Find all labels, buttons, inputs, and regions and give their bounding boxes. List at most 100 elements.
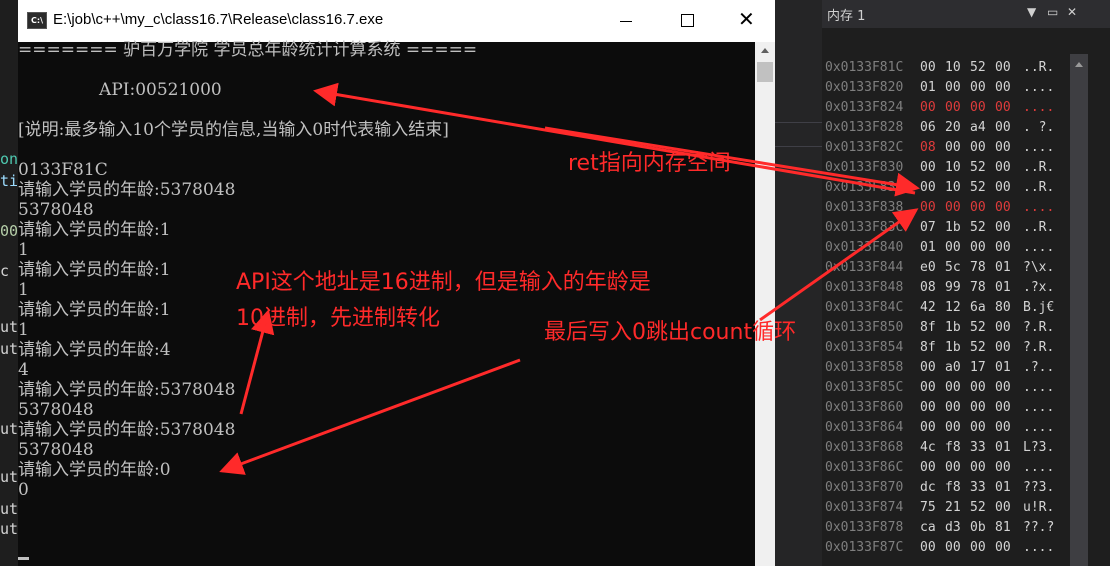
maximize-button[interactable] — [664, 0, 710, 42]
memory-byte[interactable]: 00 — [995, 118, 1011, 138]
memory-byte[interactable]: 00 — [995, 78, 1011, 98]
memory-byte[interactable]: 00 — [970, 198, 986, 218]
memory-byte[interactable]: 10 — [945, 158, 961, 178]
memory-byte[interactable]: 12 — [945, 298, 961, 318]
memory-byte[interactable]: 10 — [945, 178, 961, 198]
memory-byte[interactable]: 00 — [970, 138, 986, 158]
memory-byte[interactable]: 00 — [920, 158, 936, 178]
memory-byte[interactable]: 00 — [995, 138, 1011, 158]
memory-byte[interactable]: 5c — [945, 258, 961, 278]
memory-byte[interactable]: 00 — [945, 458, 961, 478]
memory-byte[interactable]: 00 — [920, 178, 936, 198]
memory-byte[interactable]: 01 — [920, 238, 936, 258]
close-icon[interactable]: ✕ — [1067, 5, 1077, 19]
memory-byte[interactable]: 52 — [970, 498, 986, 518]
memory-byte[interactable]: 6a — [970, 298, 986, 318]
memory-byte[interactable]: 00 — [945, 418, 961, 438]
memory-byte[interactable]: 00 — [995, 338, 1011, 358]
memory-byte[interactable]: 00 — [970, 418, 986, 438]
memory-byte[interactable]: 00 — [945, 98, 961, 118]
restore-icon[interactable]: ▭ — [1047, 5, 1058, 19]
memory-byte[interactable]: 00 — [995, 398, 1011, 418]
memory-byte[interactable]: 81 — [995, 518, 1011, 538]
memory-byte[interactable]: 00 — [945, 238, 961, 258]
memory-byte[interactable]: 00 — [995, 458, 1011, 478]
memory-byte[interactable]: e0 — [920, 258, 936, 278]
memory-byte[interactable]: 00 — [970, 398, 986, 418]
memory-byte[interactable]: 01 — [995, 258, 1011, 278]
memory-byte[interactable]: 00 — [970, 78, 986, 98]
memory-byte[interactable]: 00 — [920, 538, 936, 558]
memory-byte[interactable]: 00 — [920, 378, 936, 398]
memory-byte[interactable]: 01 — [995, 278, 1011, 298]
memory-byte[interactable]: 00 — [920, 358, 936, 378]
memory-byte[interactable]: a4 — [970, 118, 986, 138]
memory-byte[interactable]: f8 — [945, 438, 961, 458]
memory-byte[interactable]: 00 — [945, 198, 961, 218]
memory-byte[interactable]: 33 — [970, 438, 986, 458]
memory-byte[interactable]: 78 — [970, 258, 986, 278]
memory-byte[interactable]: 00 — [945, 398, 961, 418]
memory-byte[interactable]: 01 — [995, 438, 1011, 458]
memory-byte[interactable]: 00 — [995, 58, 1011, 78]
memory-byte[interactable]: d3 — [945, 518, 961, 538]
memory-byte[interactable]: 08 — [920, 138, 936, 158]
memory-byte[interactable]: 8f — [920, 338, 936, 358]
memory-byte[interactable]: 00 — [995, 98, 1011, 118]
memory-byte[interactable]: 00 — [995, 418, 1011, 438]
memory-window[interactable]: 内存 1 ▼ ▭ ✕ 0x0133F81C 00 10 52 00 ..R. 0x0133F… — [822, 0, 1110, 566]
memory-byte[interactable]: 00 — [970, 458, 986, 478]
memory-byte[interactable]: 00 — [920, 98, 936, 118]
memory-byte[interactable]: 00 — [970, 238, 986, 258]
memory-byte[interactable]: 20 — [945, 118, 961, 138]
memory-byte[interactable]: 78 — [970, 278, 986, 298]
memory-byte[interactable]: 06 — [920, 118, 936, 138]
memory-byte[interactable]: 10 — [945, 58, 961, 78]
memory-byte[interactable]: 52 — [970, 318, 986, 338]
memory-scrollbar[interactable] — [1070, 54, 1088, 566]
memory-byte[interactable]: 00 — [920, 398, 936, 418]
scrollbar-thumb[interactable] — [757, 62, 773, 82]
memory-byte[interactable]: 52 — [970, 338, 986, 358]
memory-byte[interactable]: 00 — [995, 538, 1011, 558]
scroll-up-arrow-icon[interactable] — [1075, 62, 1083, 67]
memory-byte[interactable]: 00 — [970, 98, 986, 118]
memory-byte[interactable]: 01 — [995, 358, 1011, 378]
memory-byte[interactable]: 00 — [945, 378, 961, 398]
memory-byte[interactable]: 01 — [995, 478, 1011, 498]
memory-byte[interactable]: 1b — [945, 338, 961, 358]
memory-byte[interactable]: 00 — [920, 58, 936, 78]
memory-byte[interactable]: 08 — [920, 278, 936, 298]
memory-byte[interactable]: ca — [920, 518, 936, 538]
memory-byte[interactable]: 00 — [995, 218, 1011, 238]
memory-byte[interactable]: 21 — [945, 498, 961, 518]
memory-byte[interactable]: 00 — [945, 78, 961, 98]
memory-byte[interactable]: 1b — [945, 218, 961, 238]
memory-byte[interactable]: 80 — [995, 298, 1011, 318]
memory-byte[interactable]: 00 — [945, 138, 961, 158]
memory-byte[interactable]: 00 — [995, 238, 1011, 258]
memory-byte[interactable]: 00 — [920, 458, 936, 478]
memory-byte[interactable]: 00 — [995, 198, 1011, 218]
memory-byte[interactable]: 00 — [995, 498, 1011, 518]
memory-byte[interactable]: 00 — [995, 178, 1011, 198]
memory-byte[interactable]: f8 — [945, 478, 961, 498]
scroll-up-arrow-icon[interactable] — [761, 48, 769, 53]
memory-byte[interactable]: 52 — [970, 58, 986, 78]
memory-byte[interactable]: 00 — [995, 158, 1011, 178]
memory-byte[interactable]: 75 — [920, 498, 936, 518]
memory-byte[interactable]: dc — [920, 478, 936, 498]
memory-byte[interactable]: 00 — [970, 378, 986, 398]
memory-byte[interactable]: 07 — [920, 218, 936, 238]
memory-byte[interactable]: 52 — [970, 158, 986, 178]
dropdown-arrow-icon[interactable]: ▼ — [1027, 5, 1036, 19]
memory-byte[interactable]: 00 — [995, 378, 1011, 398]
memory-byte[interactable]: 0b — [970, 518, 986, 538]
minimize-button[interactable] — [603, 0, 649, 42]
memory-byte[interactable]: 00 — [945, 538, 961, 558]
memory-byte[interactable]: 17 — [970, 358, 986, 378]
memory-byte[interactable]: 4c — [920, 438, 936, 458]
memory-byte[interactable]: 99 — [945, 278, 961, 298]
memory-byte[interactable]: 00 — [995, 318, 1011, 338]
memory-byte[interactable]: 00 — [920, 418, 936, 438]
